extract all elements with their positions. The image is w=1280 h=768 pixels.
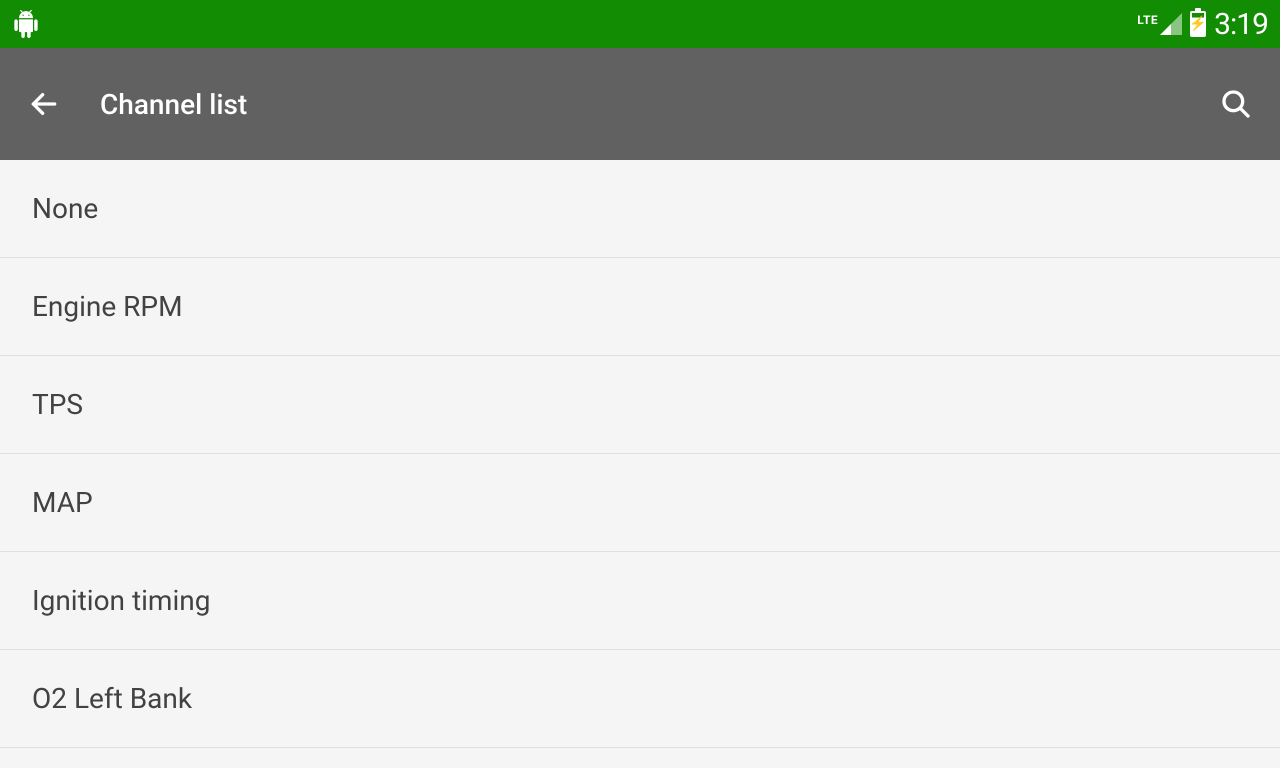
- back-arrow-icon: [28, 88, 60, 120]
- list-item[interactable]: None: [0, 160, 1280, 258]
- list-item[interactable]: TPS: [0, 356, 1280, 454]
- status-left: [12, 10, 40, 38]
- list-item-label: MAP: [32, 486, 93, 519]
- status-clock: 3:19: [1214, 7, 1268, 42]
- list-item-label: TPS: [32, 388, 83, 421]
- channel-list: None Engine RPM TPS MAP Ignition timing …: [0, 160, 1280, 748]
- status-right: LTE ⚡ 3:19: [1137, 7, 1268, 42]
- signal-icon: [1160, 13, 1182, 35]
- list-item[interactable]: MAP: [0, 454, 1280, 552]
- list-item[interactable]: Ignition timing: [0, 552, 1280, 650]
- battery-charging-icon: ⚡: [1189, 17, 1206, 31]
- search-button[interactable]: [1216, 84, 1256, 124]
- list-item-label: Ignition timing: [32, 584, 210, 617]
- list-item[interactable]: O2 Left Bank: [0, 650, 1280, 748]
- app-bar: Channel list: [0, 48, 1280, 160]
- search-icon: [1220, 88, 1252, 120]
- list-item-label: O2 Left Bank: [32, 682, 192, 715]
- back-button[interactable]: [24, 84, 64, 124]
- list-item[interactable]: Engine RPM: [0, 258, 1280, 356]
- battery-icon: ⚡: [1190, 11, 1206, 37]
- network-type-label: LTE: [1137, 13, 1158, 27]
- status-bar: LTE ⚡ 3:19: [0, 0, 1280, 48]
- list-item-label: None: [32, 192, 98, 225]
- page-title: Channel list: [100, 88, 1216, 121]
- list-item-label: Engine RPM: [32, 290, 183, 323]
- android-icon: [12, 10, 40, 38]
